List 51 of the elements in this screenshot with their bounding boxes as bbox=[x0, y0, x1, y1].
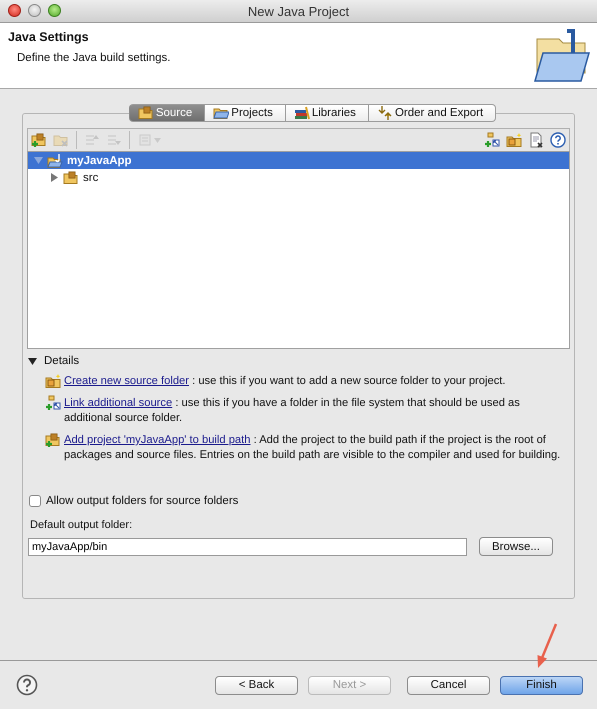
java-folder-icon bbox=[531, 27, 591, 83]
link[interactable]: Create new source folder bbox=[64, 375, 189, 387]
add-folder-button[interactable] bbox=[30, 131, 48, 149]
new-folder-icon bbox=[506, 132, 522, 148]
link[interactable]: Add project 'myJavaApp' to build path bbox=[64, 434, 250, 446]
add-folder-icon bbox=[31, 132, 47, 148]
new-folder-button[interactable] bbox=[505, 131, 523, 149]
tab[interactable]: Libraries bbox=[286, 104, 369, 122]
source-folder-icon bbox=[63, 170, 79, 186]
dialog-button[interactable]: Finish bbox=[500, 676, 583, 694]
tree-item[interactable]: src bbox=[28, 169, 569, 186]
project-tree[interactable]: myJavaApp src bbox=[27, 151, 570, 349]
add-folder-icon bbox=[45, 432, 61, 448]
tab[interactable]: Order and Export bbox=[368, 104, 496, 122]
window-title: New Java Project bbox=[248, 4, 350, 18]
field-label: Default output folder: bbox=[30, 519, 134, 531]
checkbox[interactable] bbox=[29, 495, 41, 507]
tree-item[interactable]: myJavaApp bbox=[28, 152, 569, 169]
minimize-button[interactable] bbox=[28, 4, 41, 17]
order-arrows-icon bbox=[376, 105, 393, 121]
configure-icon bbox=[137, 132, 153, 148]
link-source-icon bbox=[484, 132, 500, 148]
new-folder-icon bbox=[45, 373, 61, 389]
link-source-icon bbox=[45, 395, 61, 411]
page-description: Define the Java build settings. bbox=[17, 52, 170, 64]
project-folder-icon bbox=[47, 152, 63, 168]
tab[interactable]: Projects bbox=[205, 104, 286, 122]
help-icon bbox=[550, 132, 566, 148]
close-button[interactable] bbox=[8, 4, 21, 17]
section-title: Details bbox=[44, 355, 80, 367]
zoom-button[interactable] bbox=[48, 4, 61, 17]
detail-text: Create new source folder : use this if you want to add a new source folder to your project. bbox=[64, 374, 506, 389]
checkbox-label: Allow output folders for source folders bbox=[46, 495, 238, 507]
help-button[interactable] bbox=[549, 131, 567, 149]
collapse-arrow-icon[interactable] bbox=[28, 356, 37, 366]
page-title: Java Settings bbox=[8, 30, 90, 44]
books-icon bbox=[294, 105, 310, 121]
source-folder-icon bbox=[138, 105, 154, 121]
remove-file-icon bbox=[528, 132, 544, 148]
expand-arrow-icon[interactable] bbox=[50, 173, 59, 182]
detail-text: Link additional source : use this if you have a folder in the file system that should be used as additional source folder. bbox=[64, 396, 521, 426]
dialog-button[interactable]: < Back bbox=[215, 676, 298, 694]
link-source-button[interactable] bbox=[483, 131, 501, 149]
caret-icon bbox=[154, 138, 161, 142]
detail-text: Add project 'myJavaApp' to build path : Add the project to the build path if the project is the root of packages and source files. Entries on the build path are visible to the compiler and used for building. bbox=[64, 433, 562, 463]
browse-button[interactable]: Browse... bbox=[479, 537, 553, 556]
tab[interactable]: Source bbox=[128, 104, 206, 122]
help-icon[interactable] bbox=[16, 674, 38, 696]
link[interactable]: Link additional source bbox=[64, 397, 172, 409]
output-folder-field[interactable]: myJavaApp/bin bbox=[28, 538, 467, 556]
dialog-button[interactable]: Cancel bbox=[407, 676, 490, 694]
